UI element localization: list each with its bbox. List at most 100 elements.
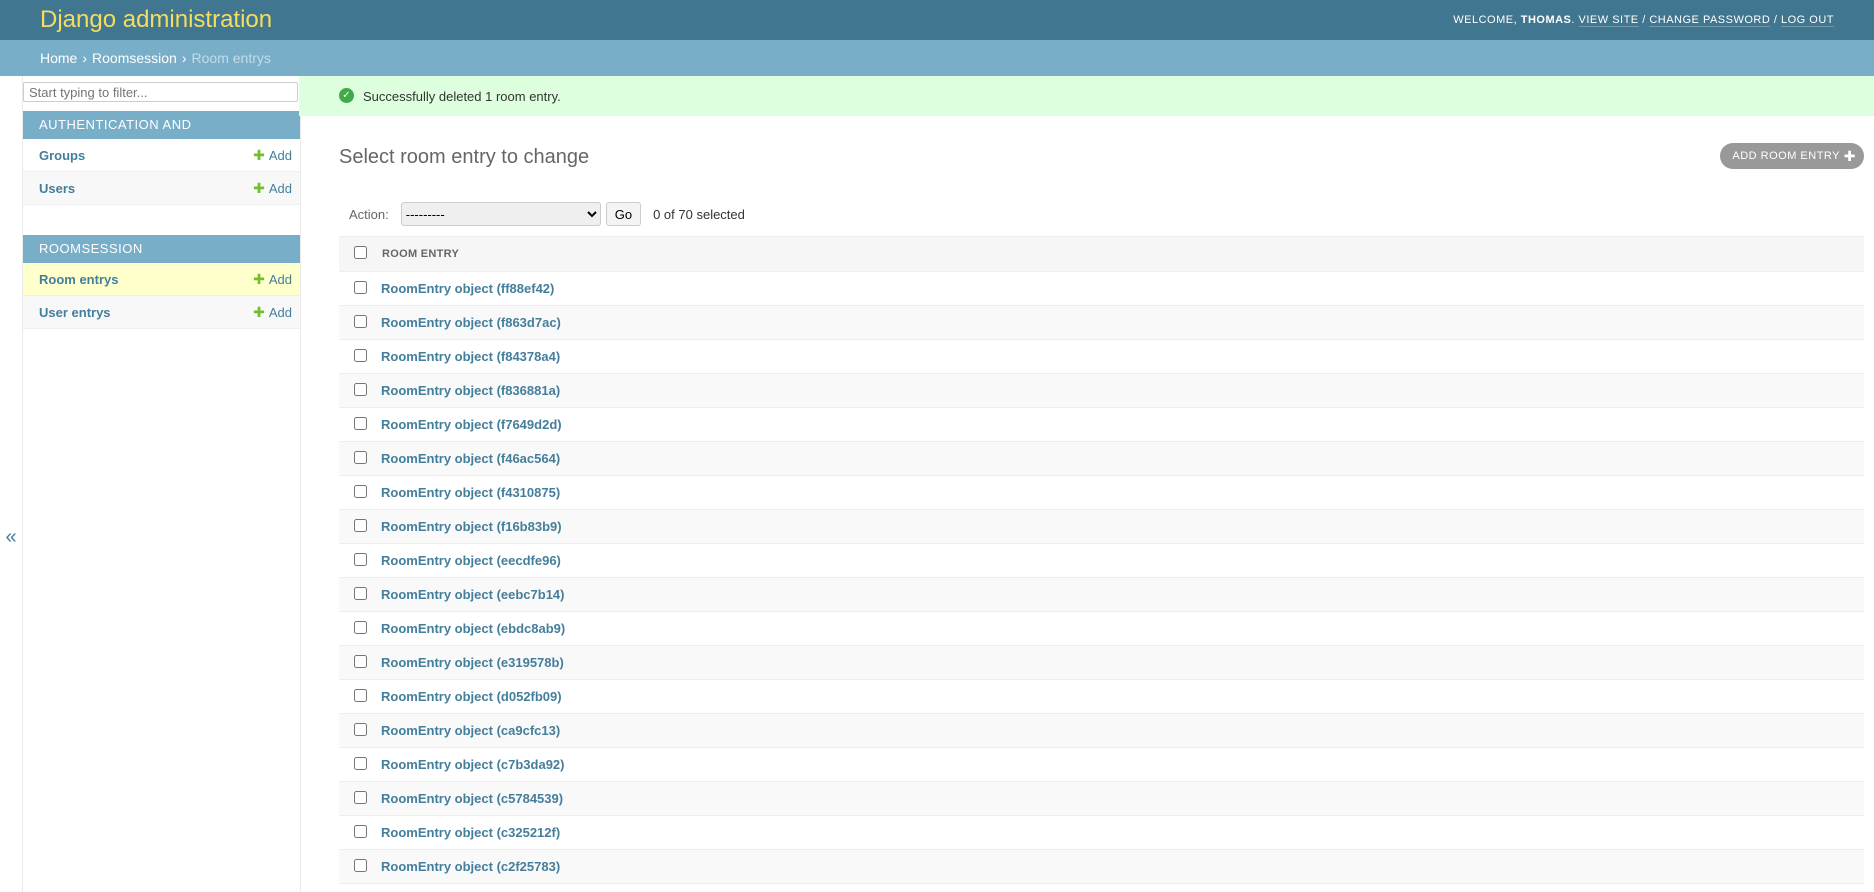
room-entry-link[interactable]: RoomEntry object (ebdc8ab9) xyxy=(381,621,565,636)
sidebar-item-user-entrys-link[interactable]: User entrys xyxy=(39,305,111,320)
row-cell: RoomEntry object (f863d7ac) xyxy=(381,305,1864,340)
breadcrumb-home[interactable]: Home xyxy=(40,50,77,66)
row-cell: RoomEntry object (c5784539) xyxy=(381,781,1864,816)
view-site-link[interactable]: View site xyxy=(1578,14,1639,27)
room-entry-link[interactable]: RoomEntry object (e319578b) xyxy=(381,655,564,670)
breadcrumb: Home › Roomsession › Room entrys xyxy=(0,40,1874,76)
breadcrumb-separator: › xyxy=(82,50,88,66)
action-label: Action: xyxy=(349,206,389,222)
site-branding[interactable]: Django administration xyxy=(40,6,272,34)
nav-filter-input[interactable] xyxy=(23,82,298,102)
row-cell: RoomEntry object (ebdc8ab9) xyxy=(381,611,1864,646)
row-checkbox-cell xyxy=(339,373,381,408)
collapse-sidebar-icon[interactable]: « xyxy=(0,522,22,552)
action-select[interactable]: --------- xyxy=(400,202,601,226)
table-row: RoomEntry object (eecdfe96) xyxy=(339,543,1864,578)
row-checkbox[interactable] xyxy=(353,518,367,532)
row-checkbox-cell xyxy=(339,441,381,476)
room-entry-link[interactable]: RoomEntry object (ca9cfc13) xyxy=(381,723,560,738)
row-checkbox[interactable] xyxy=(353,484,367,498)
table-row: RoomEntry object (e319578b) xyxy=(339,645,1864,680)
row-checkbox[interactable] xyxy=(353,450,367,464)
sidebar-item-users-link[interactable]: Users xyxy=(39,181,75,196)
row-checkbox[interactable] xyxy=(353,280,367,294)
table-row: RoomEntry object (c2f25783) xyxy=(339,849,1864,884)
room-entry-link[interactable]: RoomEntry object (c5784539) xyxy=(381,791,563,806)
sidebar-item-room-entrys-link[interactable]: Room entrys xyxy=(39,272,118,287)
add-room-entrys-button[interactable]: ✚ Add xyxy=(253,271,292,288)
room-entry-link[interactable]: RoomEntry object (c325212f) xyxy=(381,825,560,840)
change-password-link[interactable]: Change password xyxy=(1649,14,1771,27)
row-checkbox[interactable] xyxy=(353,722,367,736)
row-checkbox[interactable] xyxy=(353,586,367,600)
sidebar-item-user-entrys: User entrys ✚ Add xyxy=(23,296,300,329)
table-row: RoomEntry object (eebc7b14) xyxy=(339,577,1864,612)
row-checkbox-cell xyxy=(339,747,381,782)
row-checkbox[interactable] xyxy=(353,314,367,328)
row-checkbox[interactable] xyxy=(353,654,367,668)
row-checkbox[interactable] xyxy=(353,790,367,804)
room-entry-link[interactable]: RoomEntry object (f16b83b9) xyxy=(381,519,562,534)
row-cell: RoomEntry object (c7b3da92) xyxy=(381,747,1864,782)
row-cell: RoomEntry object (f84378a4) xyxy=(381,339,1864,374)
room-entry-link[interactable]: RoomEntry object (f46ac564) xyxy=(381,451,560,466)
add-groups-button[interactable]: ✚ Add xyxy=(253,147,292,164)
table-row: RoomEntry object (c5784539) xyxy=(339,781,1864,816)
row-checkbox-cell xyxy=(339,543,381,578)
row-checkbox[interactable] xyxy=(353,858,367,872)
table-row: RoomEntry object (f16b83b9) xyxy=(339,509,1864,544)
room-entry-link[interactable]: RoomEntry object (eebc7b14) xyxy=(381,587,565,602)
row-cell: RoomEntry object (ff88ef42) xyxy=(381,271,1864,306)
sidebar-item-groups-link[interactable]: Groups xyxy=(39,148,85,163)
select-all-checkbox[interactable] xyxy=(353,246,367,259)
add-users-button[interactable]: ✚ Add xyxy=(253,180,292,197)
breadcrumb-app[interactable]: Roomsession xyxy=(92,50,177,66)
go-button[interactable]: Go xyxy=(605,202,642,226)
table-row: RoomEntry object (f84378a4) xyxy=(339,339,1864,374)
main-area: « Authentication and Authorization Group… xyxy=(0,76,1874,892)
table-row: RoomEntry object (f836881a) xyxy=(339,373,1864,408)
username: Thomas xyxy=(1520,14,1572,26)
page-title: Select room entry to change xyxy=(339,146,590,168)
module-caption[interactable]: Roomsession xyxy=(23,235,300,263)
add-room-entry-button[interactable]: Add room entry ✚ xyxy=(1720,143,1864,169)
table-row: RoomEntry object (f46ac564) xyxy=(339,441,1864,476)
sidebar-item-room-entrys: Room entrys ✚ Add xyxy=(23,263,300,296)
add-user-entrys-button[interactable]: ✚ Add xyxy=(253,304,292,321)
room-entry-link[interactable]: RoomEntry object (d052fb09) xyxy=(381,689,562,704)
room-entry-link[interactable]: RoomEntry object (f84378a4) xyxy=(381,349,560,364)
breadcrumb-separator: › xyxy=(181,50,187,66)
room-entry-link[interactable]: RoomEntry object (f7649d2d) xyxy=(381,417,562,432)
row-checkbox[interactable] xyxy=(353,688,367,702)
room-entry-link[interactable]: RoomEntry object (c7b3da92) xyxy=(381,757,565,772)
row-cell: RoomEntry object (eecdfe96) xyxy=(381,543,1864,578)
results-table: Room entry RoomEntry object (ff88ef42) Ro… xyxy=(339,236,1864,884)
module-auth: Authentication and Authorization Groups … xyxy=(23,111,300,205)
row-cell: RoomEntry object (ca9cfc13) xyxy=(381,713,1864,748)
row-cell: RoomEntry object (f4310875) xyxy=(381,475,1864,510)
module-caption[interactable]: Authentication and Authorization xyxy=(23,111,300,160)
row-checkbox[interactable] xyxy=(353,620,367,634)
selection-counter: 0 of 70 selected xyxy=(653,206,745,222)
row-cell: RoomEntry object (c325212f) xyxy=(381,815,1864,850)
room-entry-link[interactable]: RoomEntry object (c2f25783) xyxy=(381,859,560,874)
room-entry-link[interactable]: RoomEntry object (eecdfe96) xyxy=(381,553,561,568)
row-checkbox-cell xyxy=(339,339,381,374)
room-entry-link[interactable]: RoomEntry object (ff88ef42) xyxy=(381,281,554,296)
room-entry-link[interactable]: RoomEntry object (f863d7ac) xyxy=(381,315,561,330)
row-checkbox[interactable] xyxy=(353,552,367,566)
row-checkbox[interactable] xyxy=(353,416,367,430)
row-checkbox[interactable] xyxy=(353,348,367,362)
user-tools: Welcome, Thomas. View site / Change pass… xyxy=(1453,14,1834,27)
row-checkbox[interactable] xyxy=(353,756,367,770)
row-checkbox[interactable] xyxy=(353,382,367,396)
room-entry-link[interactable]: RoomEntry object (f836881a) xyxy=(381,383,560,398)
row-checkbox-cell xyxy=(339,611,381,646)
row-checkbox[interactable] xyxy=(353,824,367,838)
row-cell: RoomEntry object (f7649d2d) xyxy=(381,407,1864,442)
log-out-link[interactable]: Log out xyxy=(1780,14,1834,27)
plus-icon: ✚ xyxy=(253,179,265,196)
breadcrumb-current: Room entrys xyxy=(191,50,271,66)
column-header-room-entry[interactable]: Room entry xyxy=(381,236,1864,272)
room-entry-link[interactable]: RoomEntry object (f4310875) xyxy=(381,485,560,500)
